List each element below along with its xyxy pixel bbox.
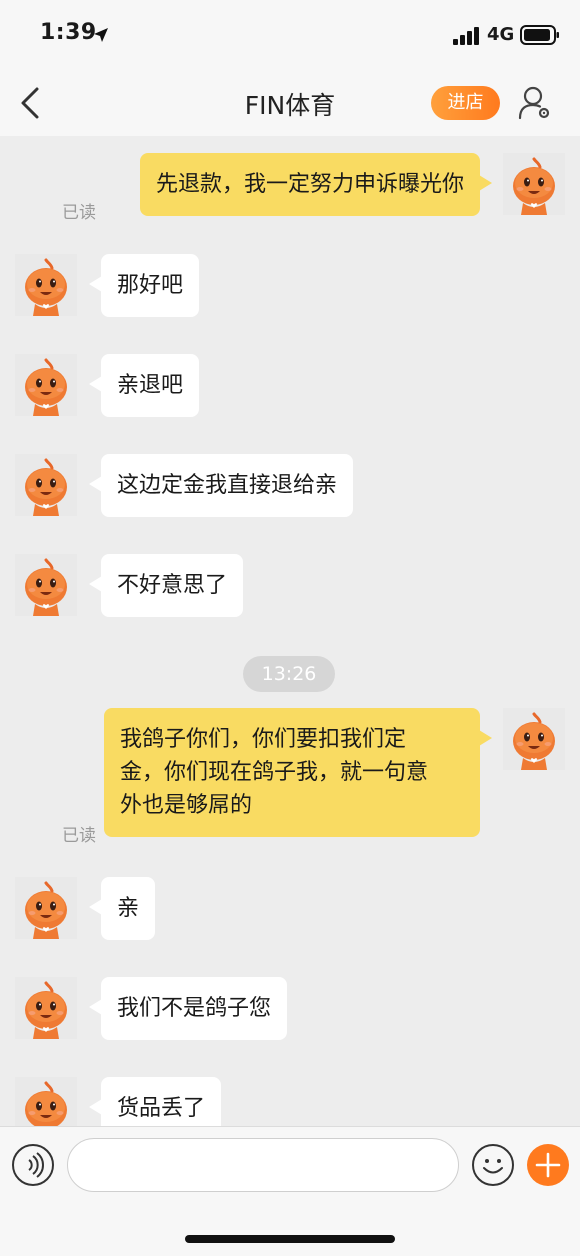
avatar[interactable]	[15, 977, 77, 1039]
message-text: 这边定金我直接退给亲	[117, 473, 338, 498]
mascot-avatar-icon	[15, 354, 77, 416]
chat-message-list[interactable]: 先退款，我一定努力申诉曝光你 已读 那好吧 亲退吧 这边定金我直接退给亲 不好意…	[0, 136, 580, 1126]
status-time: 1:39	[40, 20, 97, 45]
message-text: 先退款，我一定努力申诉曝光你	[155, 172, 464, 197]
avatar[interactable]	[15, 1077, 77, 1126]
message-bubble[interactable]: 我们不是鸽子您	[88, 977, 288, 1040]
message-bubble[interactable]: 亲退吧	[88, 354, 200, 417]
mascot-avatar-icon	[15, 1077, 77, 1126]
battery-icon	[520, 25, 559, 45]
mascot-avatar-icon	[15, 454, 77, 516]
message-text-line: 我鸽子你们，你们要扣我们定	[120, 727, 407, 752]
location-arrow-icon	[94, 28, 108, 42]
message-bubble[interactable]: 先退款，我一定努力申诉曝光你	[139, 153, 493, 216]
voice-icon[interactable]	[11, 1143, 55, 1187]
home-indicator	[185, 1235, 395, 1243]
back-chevron-icon[interactable]	[14, 86, 48, 120]
message-text: 不好意思了	[117, 573, 228, 598]
message-bubble[interactable]: 不好意思了	[88, 554, 244, 617]
input-bar	[0, 1126, 580, 1256]
plus-icon[interactable]	[526, 1143, 570, 1187]
message-text-line: 外也是够屌的	[120, 793, 253, 818]
emoji-icon[interactable]	[471, 1143, 515, 1187]
read-receipt: 已读	[62, 826, 96, 846]
chat-title: FIN体育	[244, 91, 336, 120]
nav-bar: FIN体育 进店	[0, 70, 580, 136]
enter-store-button[interactable]: 进店	[431, 86, 500, 120]
message-bubble[interactable]: 我鸽子你们，你们要扣我们定 金，你们现在鸽子我，就一句意 外也是够屌的	[104, 708, 492, 837]
avatar[interactable]	[15, 454, 77, 516]
network-type: 4G	[487, 24, 515, 45]
user-settings-icon[interactable]	[516, 84, 554, 122]
avatar[interactable]	[15, 354, 77, 416]
message-text: 亲退吧	[117, 373, 184, 398]
avatar[interactable]	[503, 153, 565, 215]
read-receipt: 已读	[62, 203, 96, 223]
mascot-avatar-icon	[15, 254, 77, 316]
mascot-avatar-icon	[15, 554, 77, 616]
mascot-avatar-icon	[15, 977, 77, 1039]
message-text: 那好吧	[117, 273, 184, 298]
avatar[interactable]	[503, 708, 565, 770]
message-text: 货品丢了	[117, 1096, 206, 1121]
message-bubble[interactable]: 货品丢了	[88, 1077, 222, 1126]
signal-icon	[453, 27, 479, 45]
message-bubble[interactable]: 亲	[88, 877, 156, 940]
message-input[interactable]	[67, 1138, 459, 1192]
message-bubble[interactable]: 这边定金我直接退给亲	[88, 454, 354, 517]
avatar[interactable]	[15, 254, 77, 316]
message-text: 亲	[117, 896, 140, 921]
message-bubble[interactable]: 那好吧	[88, 254, 200, 317]
mascot-avatar-icon	[503, 153, 565, 215]
avatar[interactable]	[15, 554, 77, 616]
status-bar: 1:39 4G	[0, 0, 580, 70]
message-text-line: 金，你们现在鸽子我，就一句意	[120, 760, 429, 785]
message-text: 我们不是鸽子您	[117, 996, 272, 1021]
avatar[interactable]	[15, 877, 77, 939]
mascot-avatar-icon	[15, 877, 77, 939]
timestamp-divider: 13:26	[243, 656, 335, 692]
mascot-avatar-icon	[503, 708, 565, 770]
